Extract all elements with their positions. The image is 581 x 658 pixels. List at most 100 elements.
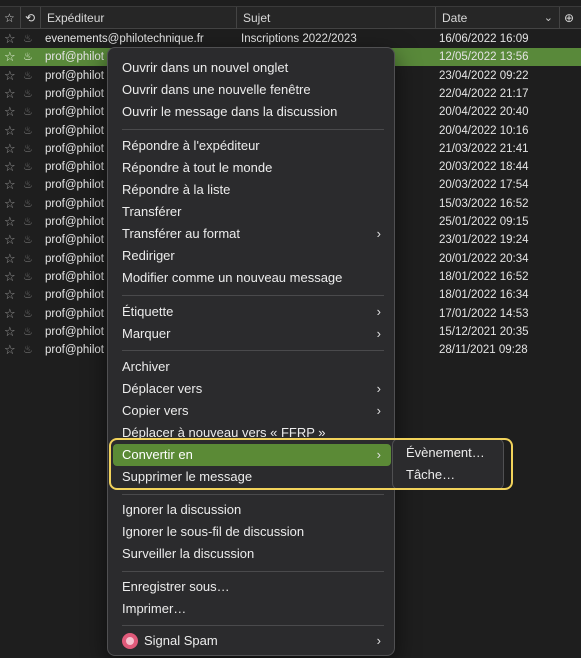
date-column-header[interactable]: Date ⌄ — [435, 7, 559, 29]
star-icon[interactable]: ☆ — [4, 85, 18, 103]
message-date: 15/03/2022 16:52 — [439, 197, 529, 210]
menu-item-reply-all[interactable]: Répondre à tout le monde — [113, 157, 391, 179]
menu-separator — [122, 295, 384, 296]
menu-item-forward[interactable]: Transférer — [113, 201, 391, 223]
thread-icon: ♨ — [23, 344, 33, 357]
message-date: 23/04/2022 09:22 — [439, 69, 529, 82]
menu-item-archive[interactable]: Archiver — [113, 356, 391, 378]
column-header: ☆ ⟲ Expéditeur Sujet Date ⌄ ⊕ — [0, 6, 581, 29]
menu-item-watch-thread[interactable]: Surveiller la discussion — [113, 543, 391, 565]
message-date: 20/04/2022 10:16 — [439, 124, 529, 137]
menu-item-print[interactable]: Imprimer… — [113, 598, 391, 620]
message-date: 20/01/2022 20:34 — [439, 252, 529, 265]
thread-icon: ♨ — [23, 142, 33, 155]
menu-separator — [122, 129, 384, 130]
message-date: 20/03/2022 17:54 — [439, 179, 529, 192]
menu-item-ignore-thread[interactable]: Ignorer la discussion — [113, 499, 391, 521]
chevron-right-icon: › — [376, 381, 381, 396]
message-subject: Inscriptions 2022/2023 — [241, 33, 357, 45]
menu-item-forward-as[interactable]: Transférer au format › — [113, 223, 391, 245]
star-icon[interactable]: ☆ — [4, 250, 18, 268]
menu-item-move-again[interactable]: Déplacer à nouveau vers « FFRP » — [113, 422, 391, 444]
star-icon[interactable]: ☆ — [4, 176, 18, 194]
thread-icon: ♨ — [23, 289, 33, 302]
submenu-item-task[interactable]: Tâche… — [397, 464, 501, 486]
message-date: 25/01/2022 09:15 — [439, 216, 529, 228]
menu-item-mark[interactable]: Marquer › — [113, 323, 391, 345]
message-date: 12/05/2022 13:56 — [439, 51, 529, 64]
thread-icon: ⟲ — [25, 11, 36, 25]
menu-item-delete[interactable]: Supprimer le message — [113, 466, 391, 488]
star-icon[interactable]: ☆ — [4, 122, 18, 140]
message-date: 28/11/2021 09:28 — [439, 344, 528, 357]
star-icon: ☆ — [4, 11, 15, 25]
menu-item-label: Copier vers — [122, 403, 189, 418]
star-icon[interactable]: ☆ — [4, 67, 18, 85]
message-date: 23/01/2022 19:24 — [439, 234, 529, 247]
chevron-right-icon: › — [376, 304, 381, 319]
star-icon[interactable]: ☆ — [4, 286, 18, 304]
date-column-label: Date — [442, 11, 468, 25]
message-row[interactable]: ☆ ♨ evenements@philotechnique.fr Inscriptio… — [0, 30, 581, 48]
chevron-right-icon: › — [376, 326, 381, 341]
star-icon[interactable]: ☆ — [4, 48, 18, 66]
message-date: 15/12/2021 20:35 — [439, 325, 529, 338]
menu-item-label: Transférer au format — [122, 226, 241, 241]
menu-item-copy-to[interactable]: Copier vers › — [113, 400, 391, 422]
column-picker-icon: ⊕ — [564, 11, 575, 25]
menu-item-open-new-window[interactable]: Ouvrir dans une nouvelle fenêtre — [113, 79, 391, 101]
menu-item-save-as[interactable]: Enregistrer sous… — [113, 576, 391, 598]
message-date: 21/03/2022 21:41 — [439, 142, 529, 155]
menu-item-open-in-conversation[interactable]: Ouvrir le message dans la discussion — [113, 101, 391, 123]
menu-separator — [122, 350, 384, 351]
sort-chevron-icon: ⌄ — [543, 12, 553, 24]
star-icon[interactable]: ☆ — [4, 140, 18, 158]
menu-item-convert-to[interactable]: Convertir en › — [113, 444, 391, 466]
menu-item-reply-list[interactable]: Répondre à la liste — [113, 179, 391, 201]
thread-icon: ♨ — [23, 197, 33, 210]
thread-icon: ♨ — [23, 124, 33, 137]
thread-column-header[interactable]: ⟲ — [20, 7, 40, 29]
message-date: 18/01/2022 16:34 — [439, 289, 529, 302]
star-icon[interactable]: ☆ — [4, 323, 18, 341]
thread-icon: ♨ — [23, 216, 33, 228]
star-icon[interactable]: ☆ — [4, 158, 18, 176]
menu-item-label: Marquer — [122, 326, 171, 341]
menu-item-label: Convertir en — [122, 447, 193, 462]
thread-icon: ♨ — [23, 33, 33, 45]
star-icon[interactable]: ☆ — [4, 30, 18, 48]
star-icon[interactable]: ☆ — [4, 305, 18, 323]
menu-item-signal-spam[interactable]: Signal Spam › — [113, 630, 391, 652]
from-column-header[interactable]: Expéditeur — [40, 7, 236, 29]
thread-icon: ♨ — [23, 69, 33, 82]
convert-submenu: Évènement… Tâche… — [392, 438, 504, 490]
thread-icon: ♨ — [23, 234, 33, 247]
thread-icon: ♨ — [23, 270, 33, 283]
message-from: evenements@philotechnique.fr — [45, 33, 204, 45]
star-icon[interactable]: ☆ — [4, 341, 18, 359]
star-icon[interactable]: ☆ — [4, 268, 18, 286]
menu-item-tag[interactable]: Étiquette › — [113, 301, 391, 323]
menu-item-ignore-subthread[interactable]: Ignorer le sous-fil de discussion — [113, 521, 391, 543]
column-picker-button[interactable]: ⊕ — [559, 7, 581, 29]
thread-icon: ♨ — [23, 325, 33, 338]
menu-item-open-new-tab[interactable]: Ouvrir dans un nouvel onglet — [113, 57, 391, 79]
star-icon[interactable]: ☆ — [4, 195, 18, 213]
chevron-right-icon: › — [376, 403, 381, 418]
thread-icon: ♨ — [23, 252, 33, 265]
star-icon[interactable]: ☆ — [4, 213, 18, 231]
menu-separator — [122, 494, 384, 495]
menu-item-label: Étiquette — [122, 304, 174, 319]
star-column-header[interactable]: ☆ — [0, 7, 20, 29]
thread-icon: ♨ — [23, 307, 33, 320]
star-icon[interactable]: ☆ — [4, 103, 18, 121]
menu-item-label: Signal Spam — [144, 633, 218, 648]
thread-icon: ♨ — [23, 106, 33, 119]
menu-item-reply-sender[interactable]: Répondre à l'expéditeur — [113, 135, 391, 157]
menu-item-edit-as-new[interactable]: Modifier comme un nouveau message — [113, 267, 391, 289]
star-icon[interactable]: ☆ — [4, 231, 18, 249]
submenu-item-event[interactable]: Évènement… — [397, 442, 501, 464]
subject-column-header[interactable]: Sujet — [236, 7, 435, 29]
menu-item-redirect[interactable]: Rediriger — [113, 245, 391, 267]
menu-item-move-to[interactable]: Déplacer vers › — [113, 378, 391, 400]
